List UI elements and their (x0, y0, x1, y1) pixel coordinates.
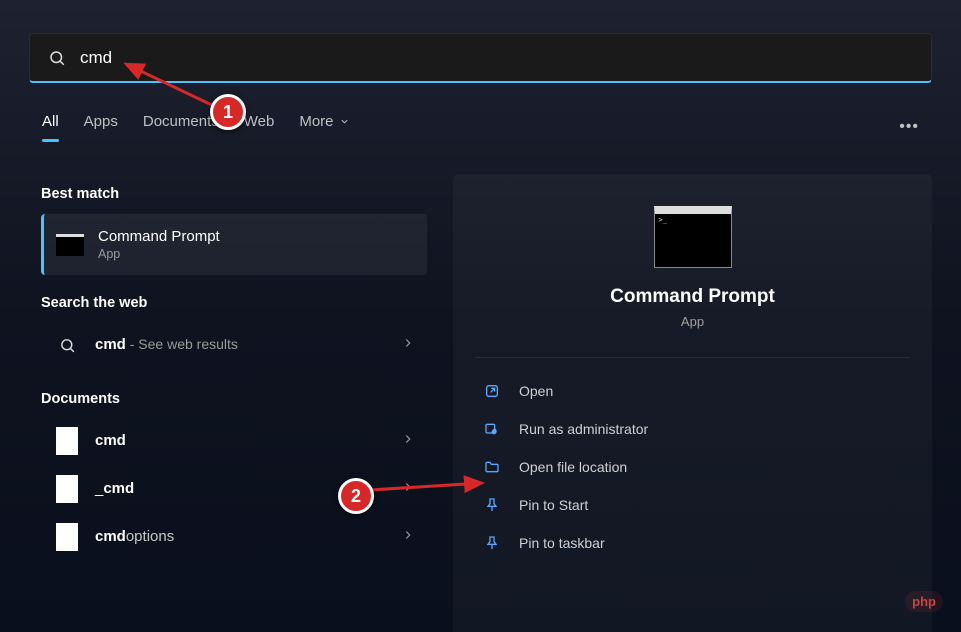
preview-subtitle: App (681, 314, 704, 329)
result-title: Command Prompt (98, 228, 415, 245)
result-body: cmd - See web results (95, 336, 387, 354)
file-icon (53, 430, 81, 452)
preview-title: Command Prompt (610, 286, 775, 308)
tab-web[interactable]: Web (244, 113, 275, 140)
action-label: Open (519, 383, 553, 399)
result-subtitle: App (98, 247, 415, 261)
document-result[interactable]: _cmd (41, 467, 427, 511)
action-pin-to-start[interactable]: Pin to Start (475, 486, 910, 524)
open-icon (483, 382, 501, 400)
tabs-row: All Apps Documents Web More ••• (42, 113, 919, 140)
chevron-right-icon (401, 336, 415, 355)
action-label: Run as administrator (519, 421, 648, 437)
web-result[interactable]: cmd - See web results (41, 323, 427, 367)
action-label: Open file location (519, 459, 627, 475)
pin-icon (483, 496, 501, 514)
watermark: php (905, 591, 943, 612)
action-run-as-administrator[interactable]: Run as administrator (475, 410, 910, 448)
web-query-bold: cmd (95, 336, 126, 353)
more-options-button[interactable]: ••• (899, 118, 919, 136)
chevron-right-icon (401, 480, 415, 499)
pin-icon (483, 534, 501, 552)
folder-icon (483, 458, 501, 476)
web-query-suffix: - See web results (126, 336, 238, 352)
chevron-down-icon (339, 116, 350, 127)
section-search-web: Search the web (41, 295, 427, 311)
section-best-match: Best match (41, 186, 427, 202)
action-open-file-location[interactable]: Open file location (475, 448, 910, 486)
action-label: Pin to taskbar (519, 535, 605, 551)
search-input[interactable] (80, 48, 913, 68)
command-prompt-icon (654, 206, 732, 268)
result-body: cmdoptions (95, 528, 387, 546)
action-pin-to-taskbar[interactable]: Pin to taskbar (475, 524, 910, 562)
file-icon (53, 526, 81, 548)
action-list: Open Run as administrator Open file loca… (475, 372, 910, 562)
results-column: Best match Command Prompt App Search the… (29, 174, 439, 632)
result-body: Command Prompt App (98, 228, 415, 261)
tab-apps[interactable]: Apps (84, 113, 118, 140)
content-area: Best match Command Prompt App Search the… (29, 174, 932, 632)
chevron-right-icon (401, 432, 415, 451)
search-bar[interactable] (29, 33, 932, 83)
action-open[interactable]: Open (475, 372, 910, 410)
section-documents: Documents (41, 391, 427, 407)
result-body: _cmd (95, 480, 387, 498)
doc-suffix: options (126, 528, 174, 545)
doc-name: cmd (95, 528, 126, 545)
tab-all[interactable]: All (42, 113, 59, 140)
file-icon (53, 478, 81, 500)
preview-panel: Command Prompt App Open Run as administr… (453, 174, 932, 632)
divider (475, 357, 910, 358)
chevron-right-icon (401, 528, 415, 547)
result-body: cmd (95, 432, 387, 450)
command-prompt-icon (56, 234, 84, 256)
action-label: Pin to Start (519, 497, 588, 513)
admin-icon (483, 420, 501, 438)
doc-name: cmd (95, 432, 126, 449)
tab-more[interactable]: More (299, 113, 349, 140)
doc-name: cmd (103, 480, 134, 497)
tab-documents[interactable]: Documents (143, 113, 219, 140)
search-icon (48, 49, 66, 67)
best-match-result[interactable]: Command Prompt App (41, 214, 427, 275)
search-icon (53, 334, 81, 356)
document-result[interactable]: cmdoptions (41, 515, 427, 559)
tab-more-label: More (299, 113, 333, 130)
document-result[interactable]: cmd (41, 419, 427, 463)
